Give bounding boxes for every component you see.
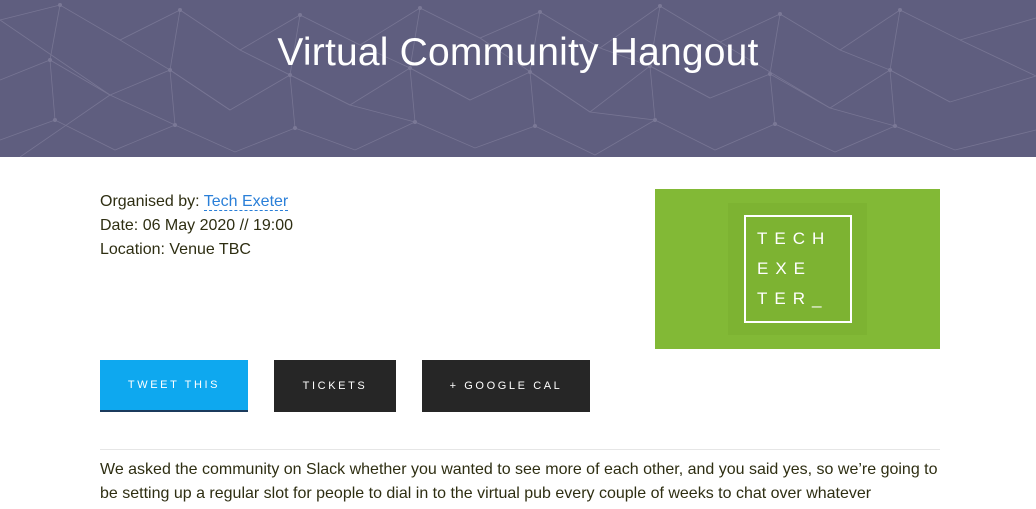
network-pattern-background — [0, 3, 1036, 157]
logo-line-1: TECH — [757, 229, 832, 248]
organiser-row: Organised by: Tech Exeter — [100, 190, 293, 214]
logo-line-2: EXE — [757, 259, 813, 278]
logo-line-3: TER_ — [757, 289, 829, 308]
divider — [100, 449, 940, 450]
event-location: Location: Venue TBC — [100, 241, 251, 258]
google-cal-button[interactable]: + GOOGLE CAL — [422, 360, 590, 412]
tweet-button[interactable]: TWEET THIS — [100, 360, 248, 412]
event-meta: Organised by: Tech Exeter Date: 06 May 2… — [100, 190, 293, 262]
tickets-button[interactable]: TICKETS — [274, 360, 396, 412]
organiser-link[interactable]: Tech Exeter — [203, 193, 289, 211]
organiser-label: Organised by: — [100, 193, 204, 210]
event-date: Date: 06 May 2020 // 19:00 — [100, 217, 294, 234]
event-description: We asked the community on Slack whether … — [100, 461, 938, 502]
page-title: Virtual Community Hangout — [277, 31, 759, 74]
organiser-logo: TECH EXE TER_ — [655, 189, 940, 349]
hero-banner: Virtual Community Hangout — [0, 0, 1036, 157]
